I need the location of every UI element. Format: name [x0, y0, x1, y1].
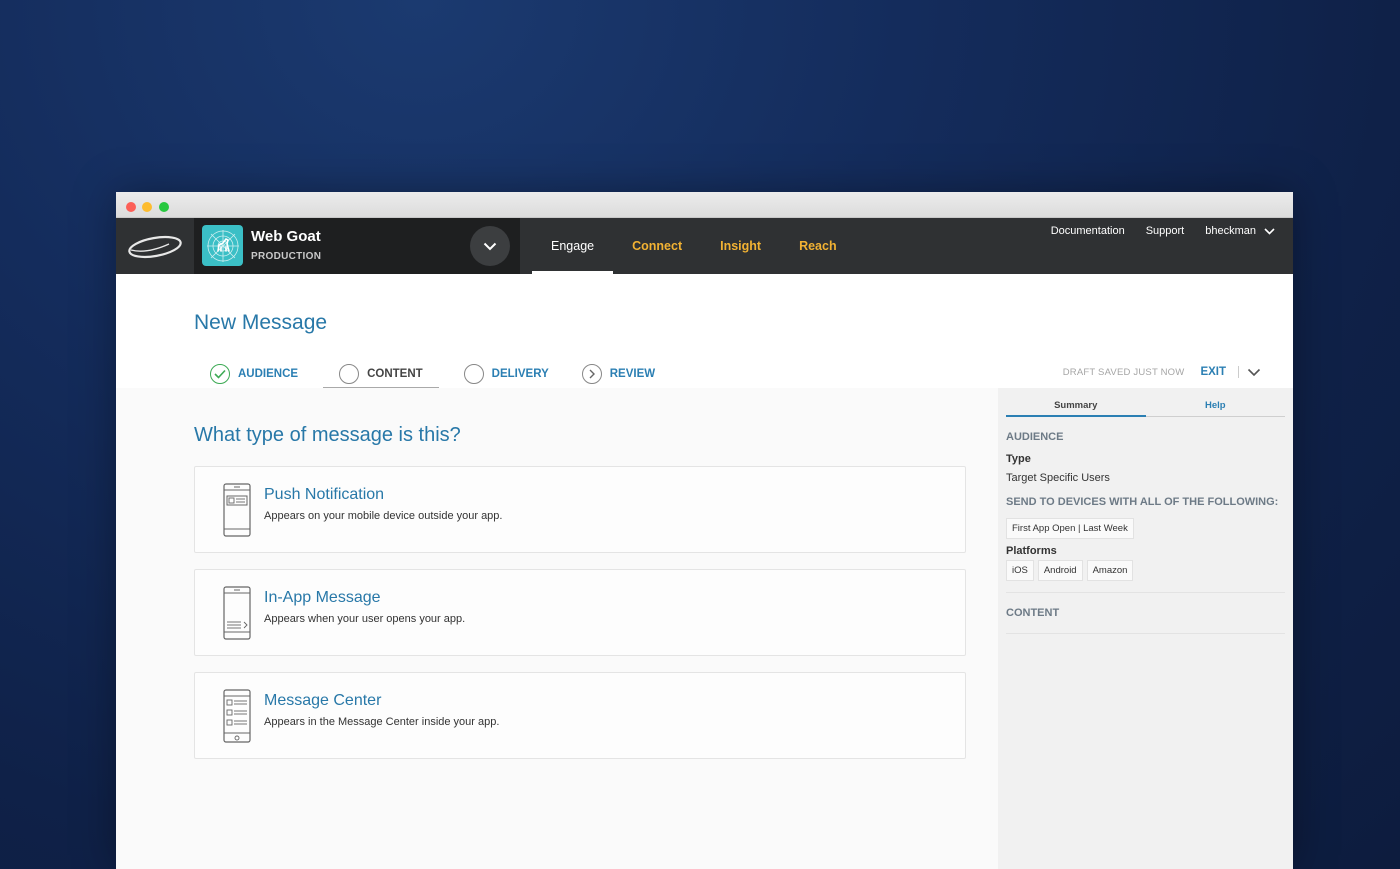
nav-tab-insight[interactable]: Insight: [701, 218, 780, 274]
content-area: What type of message is this? Push Notif…: [116, 388, 1293, 869]
chevron-down-icon: [1264, 227, 1275, 235]
step-review-label: REVIEW: [609, 368, 656, 380]
message-center-option[interactable]: Message Center Appears in the Message Ce…: [194, 672, 966, 759]
message-center-description: Appears in the Message Center inside you…: [264, 716, 500, 728]
draft-controls: DRAFT SAVED JUST NOW EXIT: [1063, 362, 1261, 382]
push-notification-option[interactable]: Push Notification Appears on your mobile…: [194, 466, 966, 553]
summary-platforms: iOS Android Amazon: [1006, 560, 1137, 581]
summary-type-label: Type: [1006, 453, 1031, 465]
step-audience-label: AUDIENCE: [238, 368, 299, 380]
check-circle-icon: [210, 364, 230, 384]
draft-status: DRAFT SAVED JUST NOW: [1062, 366, 1185, 378]
window-titlebar: [116, 192, 1293, 218]
message-center-title: Message Center: [264, 692, 382, 709]
summary-audience-heading: AUDIENCE: [1006, 431, 1064, 443]
push-notification-title: Push Notification: [264, 486, 385, 503]
phone-push-icon: [223, 483, 251, 537]
app-environment-label: PRODUCTION: [251, 251, 322, 262]
app-switcher-dropdown-button[interactable]: [470, 226, 510, 266]
web-goat-app-icon: [202, 225, 243, 266]
step-audience[interactable]: AUDIENCE: [202, 360, 306, 388]
in-app-message-title: In-App Message: [264, 589, 381, 606]
empty-circle-icon: [339, 364, 360, 384]
tab-help[interactable]: Help: [1146, 400, 1286, 416]
summary-content-heading: CONTENT: [1006, 607, 1060, 619]
chevron-down-icon: [483, 242, 497, 250]
maximize-window-button[interactable]: [159, 202, 169, 212]
chevron-down-icon: [1247, 368, 1261, 376]
step-delivery[interactable]: DELIVERY: [456, 360, 557, 388]
step-content-label: CONTENT: [367, 368, 423, 380]
sidebar-tabs: Summary Help: [1006, 400, 1285, 417]
nav-tab-engage[interactable]: Engage: [532, 218, 614, 274]
summary-platforms-label: Platforms: [1006, 545, 1057, 557]
empty-circle-icon: [463, 364, 484, 384]
condition-chip: First App Open | Last Week: [1006, 518, 1134, 539]
summary-divider: [1006, 592, 1285, 593]
page-title: New Message: [194, 311, 328, 334]
step-review[interactable]: REVIEW: [574, 360, 663, 388]
in-app-message-description: Appears when your user opens your app.: [264, 613, 466, 625]
summary-sidebar: Summary Help AUDIENCE Type Target Specif…: [998, 388, 1293, 869]
more-options-dropdown[interactable]: [1247, 368, 1261, 377]
platform-chip-android: Android: [1037, 560, 1083, 581]
message-type-pane: What type of message is this? Push Notif…: [116, 388, 998, 869]
arrow-circle-icon: [581, 364, 602, 384]
support-link[interactable]: Support: [1146, 225, 1185, 237]
summary-send-heading: SEND TO DEVICES WITH ALL OF THE FOLLOWIN…: [1006, 496, 1279, 508]
push-notification-description: Appears on your mobile device outside yo…: [264, 510, 503, 522]
app-name: Web Goat: [251, 228, 321, 245]
exit-button[interactable]: EXIT: [1200, 366, 1239, 378]
top-navigation-bar: Web Goat PRODUCTION Engage Connect Insig…: [116, 218, 1293, 274]
nav-tab-connect[interactable]: Connect: [613, 218, 701, 274]
summary-type-value: Target Specific Users: [1006, 472, 1110, 484]
app-switcher: Web Goat PRODUCTION: [194, 218, 520, 274]
message-header: New Message AUDIENCE CONTENT DELIVERY RE…: [116, 274, 1293, 391]
browser-window: Web Goat PRODUCTION Engage Connect Insig…: [116, 192, 1293, 869]
summary-divider: [1006, 633, 1285, 634]
main-nav-tabs: Engage Connect Insight Reach: [532, 218, 856, 274]
platform-chip-amazon: Amazon: [1086, 560, 1134, 581]
phone-message-center-icon: [223, 689, 251, 743]
step-delivery-label: DELIVERY: [491, 368, 549, 380]
username-label: bheckman: [1205, 225, 1256, 237]
platform-chip-ios: iOS: [1006, 560, 1034, 581]
in-app-message-option[interactable]: In-App Message Appears when your user op…: [194, 569, 966, 656]
user-menu[interactable]: bheckman: [1205, 225, 1275, 237]
documentation-link[interactable]: Documentation: [1051, 225, 1125, 237]
message-type-question: What type of message is this?: [194, 424, 461, 446]
brand-logo-icon[interactable]: [116, 218, 194, 274]
close-window-button[interactable]: [126, 202, 136, 212]
nav-utility-links: Documentation Support bheckman: [1051, 225, 1275, 237]
phone-inapp-icon: [223, 586, 251, 640]
tab-summary[interactable]: Summary: [1006, 400, 1146, 417]
summary-conditions: First App Open | Last Week: [1006, 518, 1138, 539]
step-content[interactable]: CONTENT: [323, 360, 439, 391]
wizard-steps: AUDIENCE CONTENT DELIVERY REVIEW: [202, 360, 680, 391]
minimize-window-button[interactable]: [142, 202, 152, 212]
nav-tab-reach[interactable]: Reach: [780, 218, 856, 274]
